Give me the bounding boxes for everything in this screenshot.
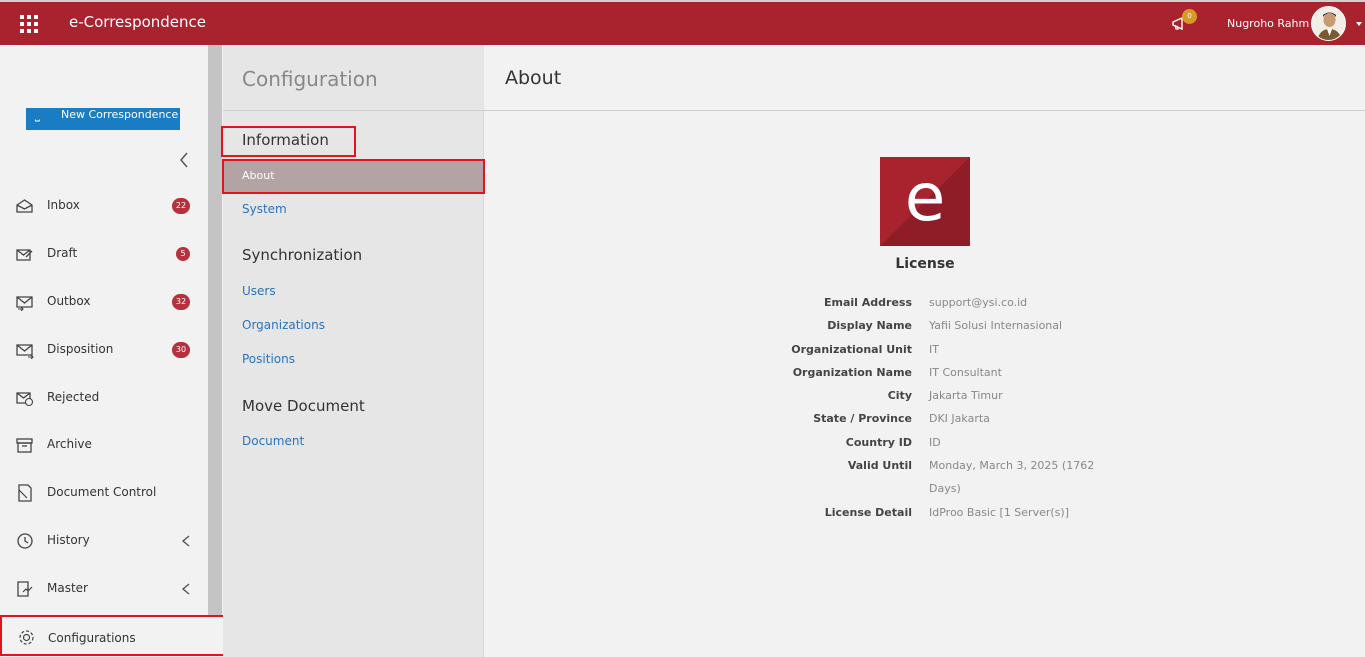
inbox-icon bbox=[16, 199, 33, 213]
apps-grid-icon[interactable] bbox=[20, 15, 38, 33]
avatar[interactable] bbox=[1311, 6, 1346, 41]
field-label: State / Province bbox=[813, 412, 912, 425]
inbox-count-badge: 22 bbox=[172, 198, 190, 214]
sidebar-item-rejected[interactable]: Rejected bbox=[0, 380, 208, 416]
sidebar-item-archive[interactable]: Archive bbox=[0, 427, 208, 463]
license-title: License bbox=[895, 256, 955, 272]
history-expand-chevron-icon[interactable] bbox=[180, 534, 192, 548]
field-label: Organization Name bbox=[792, 366, 912, 379]
field-label: Email Address bbox=[823, 296, 912, 309]
outbox-count-badge: 32 bbox=[172, 294, 190, 310]
master-icon bbox=[17, 581, 33, 597]
configuration-title: Configuration bbox=[242, 67, 378, 91]
sidebar-scrollbar[interactable] bbox=[208, 45, 222, 615]
menu-link-about[interactable]: About bbox=[222, 159, 485, 194]
history-icon bbox=[17, 533, 33, 549]
disposition-icon bbox=[16, 344, 34, 359]
field-value: IT Consultant bbox=[929, 366, 1002, 379]
app-logo: e bbox=[880, 157, 970, 246]
sidebar-item-document-control[interactable]: Document Control bbox=[0, 475, 208, 511]
draft-count-badge: 5 bbox=[176, 247, 190, 261]
field-value: support@ysi.co.id bbox=[929, 296, 1028, 309]
menu-link-document[interactable]: Document bbox=[242, 434, 304, 448]
field-label: License Detail bbox=[824, 506, 912, 519]
sidebar-item-outbox[interactable]: Outbox 32 bbox=[0, 284, 208, 320]
sidebar-item-history[interactable]: History bbox=[0, 523, 208, 559]
archive-icon bbox=[16, 438, 33, 453]
field-label: Country ID bbox=[845, 436, 912, 449]
page-title: About bbox=[505, 67, 562, 89]
notification-badge: 0 bbox=[1182, 9, 1197, 24]
section-heading-synchronization: Synchronization bbox=[242, 246, 363, 264]
field-value: DKI Jakarta bbox=[929, 412, 990, 425]
field-label: City bbox=[887, 389, 912, 402]
app-title: e-Correspondence bbox=[69, 13, 207, 31]
outbox-icon bbox=[16, 296, 33, 311]
field-value: ID bbox=[929, 436, 941, 449]
sidebar-item-inbox[interactable]: Inbox 22 bbox=[0, 188, 208, 224]
master-expand-chevron-icon[interactable] bbox=[180, 582, 192, 596]
main-header: About bbox=[484, 45, 1365, 111]
sidebar-item-disposition[interactable]: Disposition 30 bbox=[0, 332, 208, 368]
gear-icon bbox=[19, 630, 34, 645]
sidebar-item-configurations[interactable]: Configurations bbox=[0, 615, 226, 656]
field-value: Monday, March 3, 2025 (1762 bbox=[929, 459, 1095, 472]
menu-link-organizations[interactable]: Organizations bbox=[242, 318, 325, 332]
field-label: Display Name bbox=[827, 319, 912, 332]
document-control-icon bbox=[18, 484, 32, 502]
sidebar-item-master[interactable]: Master bbox=[0, 571, 208, 607]
field-value: Yafii Solusi Internasional bbox=[929, 319, 1063, 332]
configuration-header: Configuration bbox=[223, 45, 484, 111]
field-value: IdProo Basic [1 Server(s)] bbox=[929, 506, 1069, 519]
menu-link-system[interactable]: System bbox=[242, 202, 287, 216]
section-heading-information: Information bbox=[221, 126, 356, 157]
field-value: IT bbox=[929, 343, 939, 356]
rejected-icon bbox=[16, 392, 34, 407]
field-value-continued: Days) bbox=[929, 482, 961, 495]
sidebar-item-draft[interactable]: Draft 5 bbox=[0, 236, 208, 272]
menu-link-positions[interactable]: Positions bbox=[242, 352, 295, 366]
collapse-sidebar-chevron-icon[interactable] bbox=[175, 150, 195, 170]
menu-link-users[interactable]: Users bbox=[242, 284, 276, 298]
user-name[interactable]: Nugroho Rahm bbox=[1227, 17, 1309, 30]
add-document-icon: ⎵ bbox=[35, 108, 40, 122]
top-bar: e-Correspondence 0 Nugroho Rahm bbox=[0, 0, 1365, 45]
user-menu-caret-icon[interactable] bbox=[1356, 22, 1362, 26]
draft-icon bbox=[16, 249, 33, 261]
field-value: Jakarta Timur bbox=[929, 389, 1003, 402]
field-label: Valid Until bbox=[847, 459, 912, 472]
new-correspondence-button[interactable]: ⎵ New Correspondence bbox=[26, 108, 180, 130]
field-label: Organizational Unit bbox=[791, 343, 912, 356]
section-heading-move-document: Move Document bbox=[242, 397, 365, 415]
disposition-count-badge: 30 bbox=[172, 342, 190, 358]
